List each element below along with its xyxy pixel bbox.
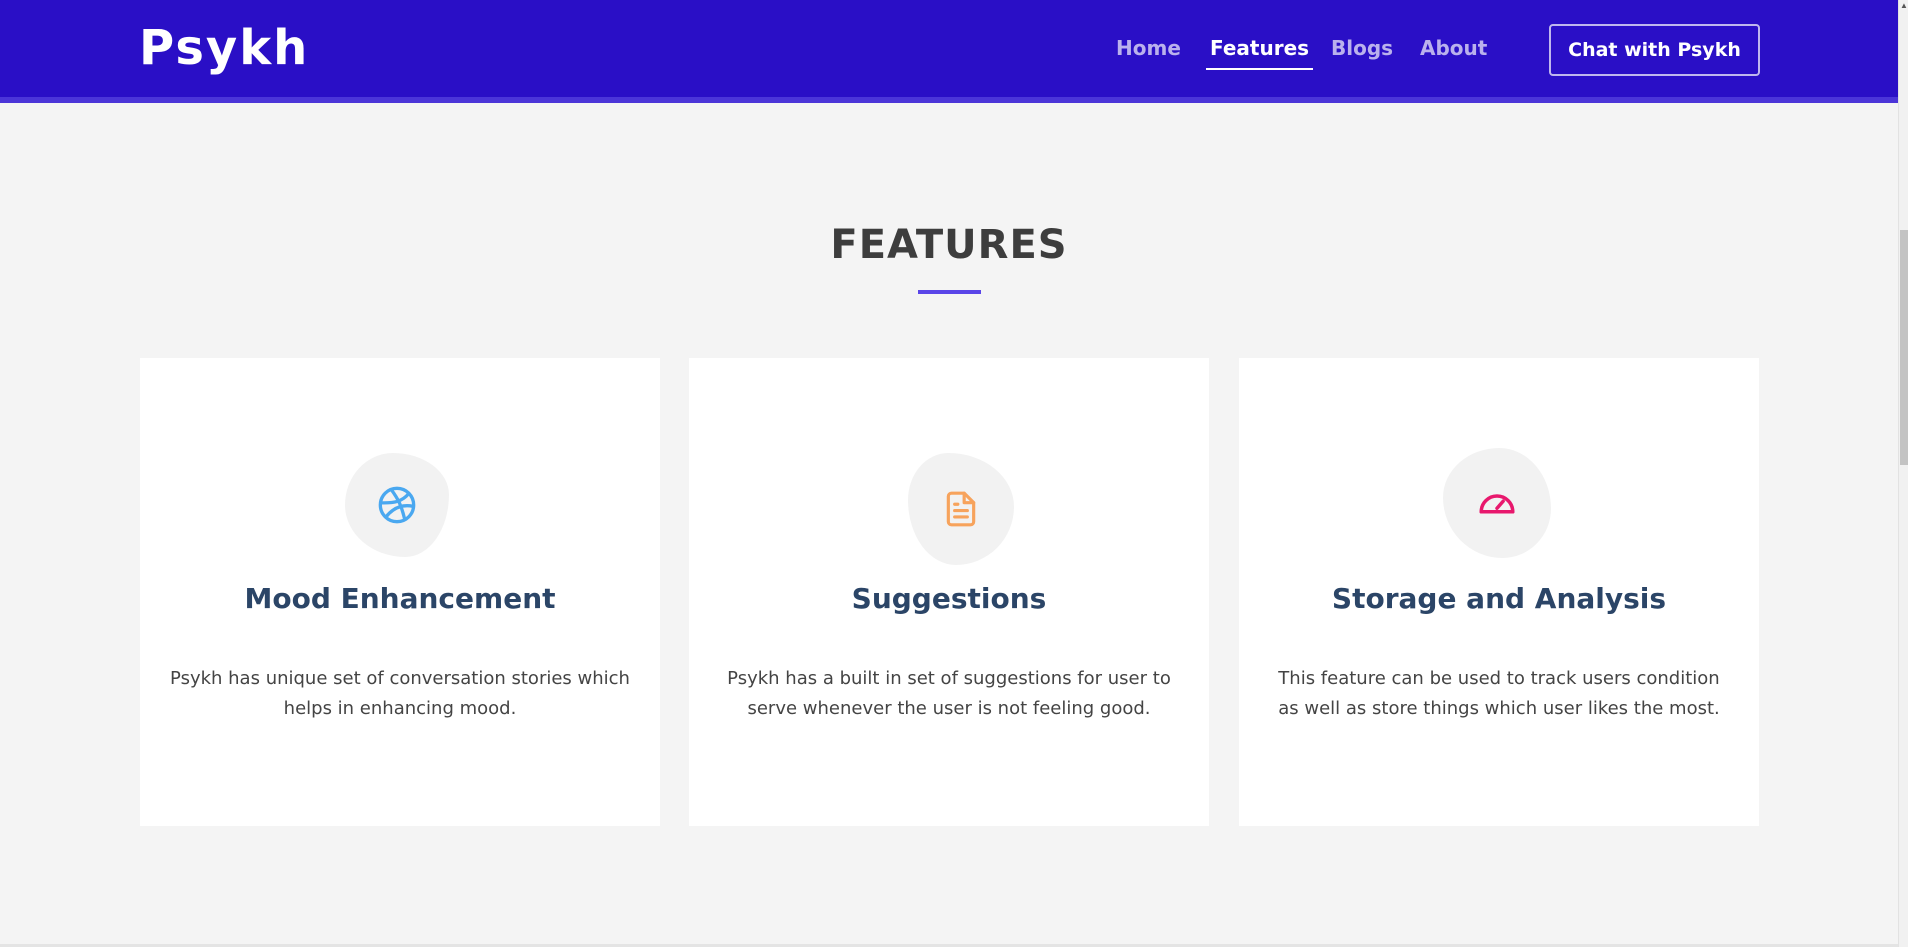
card-description: Psykh has a built in set of suggestions … <box>727 668 1171 719</box>
feature-card-storage: Storage and Analysis This feature can be… <box>1239 358 1759 826</box>
vertical-scrollbar[interactable]: ▲ <box>1898 0 1908 947</box>
card-title: Suggestions <box>851 582 1047 615</box>
nav-blogs[interactable]: Blogs <box>1331 36 1393 68</box>
file-text-icon <box>946 491 976 527</box>
features-title: FEATURES <box>830 222 1068 268</box>
card-title: Mood Enhancement <box>244 582 556 615</box>
speedometer-icon <box>1479 494 1515 514</box>
icon-blob <box>345 453 449 557</box>
feature-card-suggestions: Suggestions Psykh has a built in set of … <box>689 358 1209 826</box>
nav-about[interactable]: About <box>1420 36 1487 68</box>
page: Psykh Home Features Blogs About Chat wit… <box>0 0 1908 947</box>
icon-blob <box>908 453 1014 565</box>
card-description: This feature can be used to track users … <box>1278 668 1720 719</box>
feature-card-mood: Mood Enhancement Psykh has unique set of… <box>140 358 660 826</box>
nav-home[interactable]: Home <box>1116 36 1181 68</box>
icon-blob <box>1443 448 1551 558</box>
nav-features[interactable]: Features <box>1206 36 1314 70</box>
scrollbar-thumb[interactable] <box>1900 230 1908 465</box>
dribbble-icon <box>378 486 416 524</box>
brand-logo[interactable]: Psykh <box>139 20 309 76</box>
card-description: Psykh has unique set of conversation sto… <box>170 668 630 719</box>
site-header: Psykh Home Features Blogs About Chat wit… <box>0 0 1898 103</box>
scroll-up-icon[interactable]: ▲ <box>1900 2 1908 10</box>
chat-with-psykh-button[interactable]: Chat with Psykh <box>1549 24 1760 76</box>
title-underline <box>918 290 981 294</box>
card-title: Storage and Analysis <box>1331 582 1667 615</box>
